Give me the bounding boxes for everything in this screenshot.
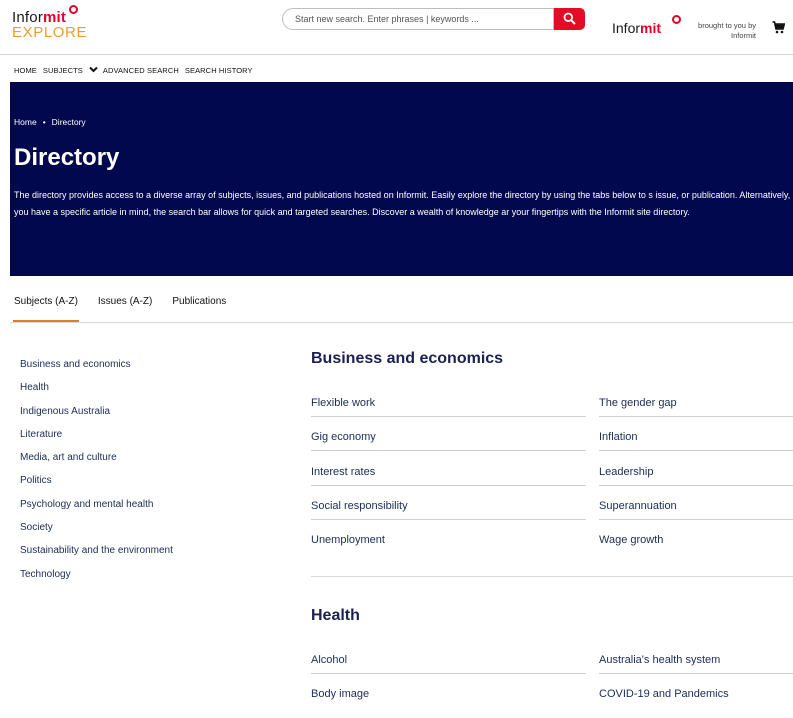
sidebar-item-health[interactable]: Health	[20, 381, 173, 404]
breadcrumb-home[interactable]: Home	[14, 117, 37, 127]
topic-link[interactable]: Leadership	[599, 461, 793, 486]
topic-link[interactable]: The gender gap	[599, 392, 793, 417]
logo-ring-icon	[69, 5, 78, 14]
main-nav: HOME SUBJECTS ADVANCED SEARCH SEARCH HIS…	[14, 64, 259, 76]
search-input[interactable]	[282, 8, 554, 30]
cart-icon	[772, 21, 786, 34]
directory-hero: Home • Directory Directory The directory p…	[10, 82, 793, 276]
sidebar-item-technology[interactable]: Technology	[20, 568, 173, 591]
nav-home[interactable]: HOME	[14, 66, 37, 75]
topic-link[interactable]: Social responsibility	[311, 495, 586, 520]
informit-explore-logo[interactable]: Informit EXPLORE	[12, 5, 102, 45]
list-row: Flexible work The gender gap	[311, 392, 793, 426]
breadcrumb: Home • Directory	[14, 117, 86, 127]
nav-search-history[interactable]: SEARCH HISTORY	[185, 66, 253, 75]
sidebar-item-sustainability[interactable]: Sustainability and the environment	[20, 544, 173, 567]
brand-ring-icon	[672, 15, 681, 24]
subject-sidebar: Business and economics Health Indigenous…	[20, 358, 173, 591]
tabs-divider	[10, 322, 793, 323]
topic-link[interactable]: Wage growth	[599, 529, 793, 553]
section-title-business: Business and economics	[311, 350, 504, 367]
list-row: Gig economy Inflation	[311, 426, 793, 460]
site-header: Informit EXPLORE Informit brought to you…	[0, 0, 793, 55]
tab-publications[interactable]: Publications	[172, 296, 226, 322]
tab-issues[interactable]: Issues (A-Z)	[98, 296, 152, 322]
section-divider	[311, 576, 793, 577]
topic-link[interactable]: Unemployment	[311, 529, 586, 553]
list-row: Alcohol Australia's health system	[311, 649, 793, 683]
nav-subjects[interactable]: SUBJECTS	[43, 66, 83, 75]
topic-link[interactable]: Flexible work	[311, 392, 586, 417]
breadcrumb-current: Directory	[51, 117, 86, 127]
health-topics-list: Alcohol Australia's health system Body i…	[311, 649, 793, 718]
page-description: The directory provides access to a diver…	[14, 190, 793, 217]
tab-subjects[interactable]: Subjects (A-Z)	[13, 296, 79, 322]
brought-to-you-text: brought to you by Informit	[698, 21, 756, 40]
business-topics-list: Flexible work The gender gap Gig economy…	[311, 392, 793, 563]
sidebar-item-society[interactable]: Society	[20, 521, 173, 544]
list-row: Unemployment Wage growth	[311, 529, 793, 563]
informit-brand-logo[interactable]: Informit	[612, 15, 681, 36]
sidebar-item-media[interactable]: Media, art and culture	[20, 451, 173, 474]
topic-link[interactable]: Superannuation	[599, 495, 793, 520]
list-row: Interest rates Leadership	[311, 461, 793, 495]
topic-link[interactable]: COVID-19 and Pandemics	[599, 683, 793, 707]
topic-link[interactable]: Interest rates	[311, 461, 586, 486]
sidebar-item-indigenous[interactable]: Indigenous Australia	[20, 405, 173, 428]
page-title: Directory	[14, 144, 120, 171]
topic-link[interactable]: Gig economy	[311, 426, 586, 452]
sidebar-item-politics[interactable]: Politics	[20, 474, 173, 497]
list-row: Social responsibility Superannuation	[311, 495, 793, 529]
section-title-health: Health	[311, 607, 360, 624]
directory-tabs: Subjects (A-Z) Issues (A-Z) Publications	[13, 296, 246, 322]
list-row: Body image COVID-19 and Pandemics	[311, 683, 793, 717]
topic-link[interactable]: Inflation	[599, 426, 793, 452]
sidebar-item-psychology[interactable]: Psychology and mental health	[20, 498, 173, 521]
sidebar-item-literature[interactable]: Literature	[20, 428, 173, 451]
breadcrumb-separator: •	[42, 117, 46, 127]
topic-link[interactable]: Body image	[311, 683, 586, 707]
search-button[interactable]	[554, 8, 585, 30]
search-icon	[563, 12, 576, 25]
logo-line2: EXPLORE	[12, 24, 88, 41]
nav-advanced-search[interactable]: ADVANCED SEARCH	[103, 66, 179, 75]
sidebar-item-business[interactable]: Business and economics	[20, 358, 173, 381]
search-bar	[282, 8, 585, 30]
cart-button[interactable]	[772, 21, 786, 39]
chevron-down-icon[interactable]	[89, 66, 98, 75]
topic-link[interactable]: Alcohol	[311, 649, 586, 674]
topic-link[interactable]: Australia's health system	[599, 649, 793, 674]
